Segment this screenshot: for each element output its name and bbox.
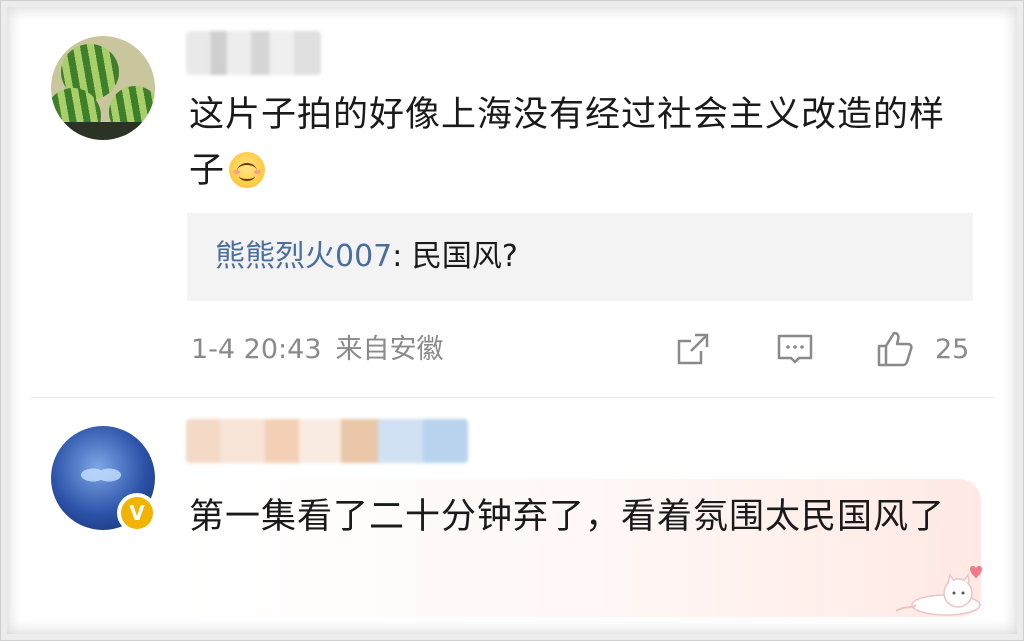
username-blurred[interactable] xyxy=(186,31,321,75)
share-button[interactable] xyxy=(673,329,713,369)
like-icon xyxy=(877,331,913,367)
verified-v-icon: V xyxy=(121,497,153,529)
comment-location: 来自安徽 xyxy=(335,334,444,365)
comment-divider xyxy=(31,397,995,398)
reply-text: 熊熊烈火007: 民国风? xyxy=(215,235,518,279)
smile-emoji-icon xyxy=(229,152,266,188)
comment-icon xyxy=(777,334,813,364)
reply-username[interactable]: 熊熊烈火007 xyxy=(215,239,392,274)
comment-text: 这片子拍的好像上海没有经过社会主义改造的样子 xyxy=(189,87,979,199)
reply-preview[interactable]: 熊熊烈火007: 民国风? xyxy=(187,213,973,301)
comment-button[interactable] xyxy=(775,329,815,369)
comment-time: 1-4 20:43 xyxy=(191,334,322,365)
like-button[interactable] xyxy=(875,329,915,369)
avatar-shadow xyxy=(51,122,155,140)
cat-sticker-icon xyxy=(895,566,982,616)
comment-text: 第一集看了二十分钟弃了，看着氛围太民国风了 xyxy=(189,497,946,537)
reply-content: 民国风? xyxy=(411,239,518,274)
avatar-watermelon[interactable] xyxy=(51,36,155,140)
username-blurred[interactable] xyxy=(186,419,468,463)
reply-separator: : xyxy=(392,239,412,274)
screenshot-frame: 这片子拍的好像上海没有经过社会主义改造的样子 熊熊烈火007: 民国风? 1-4… xyxy=(0,0,1024,641)
comment-meta: 1-4 20:43 来自安徽 xyxy=(191,331,444,369)
comment-text-content: 这片子拍的好像上海没有经过社会主义改造的样子 xyxy=(189,95,946,191)
butterfly-graphic xyxy=(81,460,121,490)
like-count: 25 xyxy=(935,334,970,365)
share-icon xyxy=(677,333,709,365)
verified-badge: V xyxy=(117,493,157,533)
